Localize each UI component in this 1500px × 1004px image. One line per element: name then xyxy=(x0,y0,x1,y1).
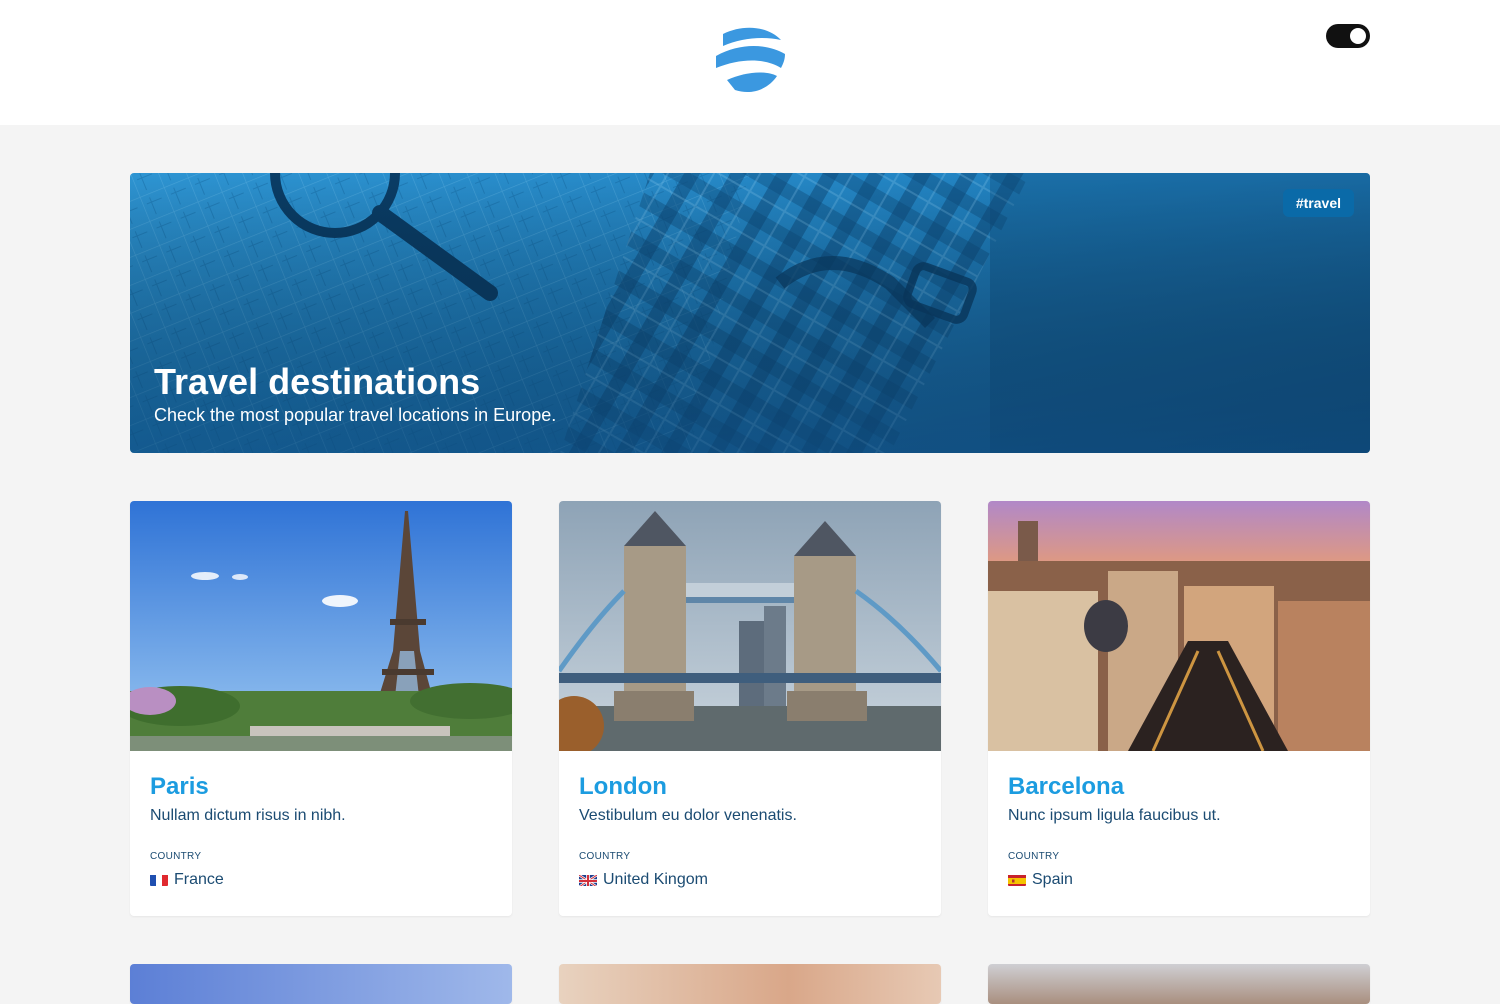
card-title[interactable]: London xyxy=(579,773,667,801)
paris-eiffel-tower-image xyxy=(130,501,512,751)
top-header xyxy=(0,0,1500,125)
country-label: COUNTRY xyxy=(579,851,631,862)
dark-mode-toggle-icon[interactable] xyxy=(1326,24,1370,48)
country-name: United Kingom xyxy=(603,871,708,888)
hero-subtitle: Check the most popular travel locations … xyxy=(154,405,557,425)
destination-card-paris[interactable]: Paris Nullam dictum risus in nibh. COUNT… xyxy=(130,501,512,916)
barcelona-city-image xyxy=(988,501,1370,751)
hero-banner: #travel Travel destinations Check the mo… xyxy=(130,173,1370,453)
travel-tag-badge[interactable]: #travel xyxy=(1282,189,1354,217)
destination-card-barcelona[interactable]: Barcelona Nunc ipsum ligula faucibus ut.… xyxy=(988,501,1370,916)
country-label: COUNTRY xyxy=(1008,851,1060,862)
destination-card-row2-2[interactable] xyxy=(559,964,941,1004)
country-value: Spain xyxy=(1008,871,1073,889)
destination-card-row2-3[interactable] xyxy=(988,964,1370,1004)
france-flag-icon xyxy=(150,874,168,886)
card-title[interactable]: Paris xyxy=(150,773,209,801)
card-description: Vestibulum eu dolor venenatis. xyxy=(579,807,797,824)
destination-card-london[interactable]: London Vestibulum eu dolor venenatis. CO… xyxy=(559,501,941,916)
card-title[interactable]: Barcelona xyxy=(1008,773,1124,801)
card-image xyxy=(559,964,941,1004)
card-image xyxy=(130,964,512,1004)
country-value: France xyxy=(150,871,224,889)
country-name: Spain xyxy=(1032,871,1073,888)
london-tower-bridge-image xyxy=(559,501,941,751)
country-value: United Kingom xyxy=(579,871,708,889)
hero-title: Travel destinations xyxy=(154,361,481,402)
country-name: France xyxy=(174,871,224,888)
destination-card-row2-1[interactable] xyxy=(130,964,512,1004)
card-description: Nullam dictum risus in nibh. xyxy=(150,807,346,824)
uk-flag-icon xyxy=(579,874,597,886)
spain-flag-icon xyxy=(1008,874,1026,886)
card-image xyxy=(988,964,1370,1004)
card-description: Nunc ipsum ligula faucibus ut. xyxy=(1008,807,1221,824)
country-label: COUNTRY xyxy=(150,851,202,862)
globe-waves-logo-icon[interactable] xyxy=(713,24,787,96)
toggle-knob xyxy=(1350,28,1366,44)
